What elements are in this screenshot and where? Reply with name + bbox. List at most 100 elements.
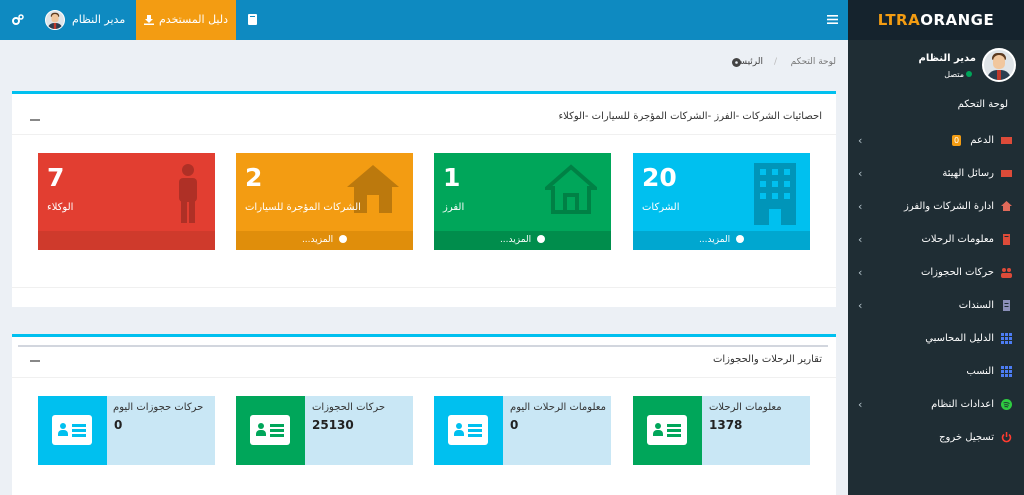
stat-card-sorting: 1 الفرز المزيد... [434, 153, 611, 250]
info-label: معلومات الرحلات [709, 402, 782, 413]
info-icon-panel [38, 396, 107, 465]
info-card-today-trips: معلومات الرحلات اليوم 0 [434, 396, 611, 465]
sidebar-item-label: الدعم [970, 135, 994, 146]
logo[interactable]: LTRAORANGE [848, 0, 1024, 40]
more-link[interactable]: المزيد... [434, 231, 611, 250]
divider [18, 345, 828, 347]
sidebar-item-ratios[interactable]: النسب [848, 355, 1024, 388]
sidebar-item-label: معلومات الرحلات [921, 234, 994, 245]
collapse-icon[interactable] [30, 360, 40, 362]
arrow-circle-icon [537, 235, 546, 243]
support-badge: 0 [952, 135, 961, 146]
sidebar-item-authority-messages[interactable]: ‹ رسائل الهيئة [848, 157, 1024, 190]
stat-label: الوكلاء [47, 202, 74, 213]
sidebar-item-label: ادارة الشركات والفرز [904, 201, 994, 212]
stat-value: 1 [443, 163, 461, 192]
info-value: 25130 [312, 418, 354, 432]
breadcrumb-current: لوحة التحكم [790, 57, 836, 67]
stat-value: 2 [245, 163, 263, 192]
sidebar-item-vouchers[interactable]: ‹ السندات [848, 289, 1024, 322]
sidebar-item-label: حركات الحجوزات [920, 267, 994, 278]
person-icon [179, 164, 197, 223]
stat-card-companies: 20 الشركات المزيد... [633, 153, 810, 250]
chevron-left-icon: ‹ [858, 266, 863, 279]
sidebar-item-trips-info[interactable]: ‹ معلومات الرحلات [848, 223, 1024, 256]
sidebar-avatar [982, 48, 1016, 82]
logo-part1: LTRA [877, 11, 921, 29]
id-card-icon [250, 415, 290, 445]
stat-value: 20 [642, 163, 677, 192]
menu-toggle[interactable] [822, 0, 842, 40]
reports-box-title: تقارير الرحلات والحجوزات [712, 354, 822, 365]
sidebar-item-system-settings[interactable]: ‹ اعدادات النظام [848, 388, 1024, 421]
status-dot-icon [966, 71, 972, 77]
top-header: مدير النظام دليل المستخدم [0, 0, 848, 40]
sidebar-item-companies[interactable]: ‹ ادارة الشركات والفرز [848, 190, 1024, 223]
user-menu[interactable]: مدير النظام [40, 0, 132, 40]
power-icon [1001, 432, 1012, 443]
sidebar-user-panel: مدير النظام متصل [848, 40, 1024, 90]
arrow-circle-icon [339, 235, 348, 243]
info-value: 0 [510, 418, 519, 432]
online-status: متصل [944, 70, 972, 79]
header-user-name: مدير النظام [72, 13, 126, 26]
status-text: متصل [944, 70, 964, 79]
sidebar-item-label: الدليل المحاسبي [925, 333, 994, 344]
sidebar-item-chart-of-accounts[interactable]: الدليل المحاسبي [848, 322, 1024, 355]
sidebar-item-bookings[interactable]: ‹ حركات الحجوزات [848, 256, 1024, 289]
envelope-icon [1001, 137, 1012, 144]
more-label: المزيد... [698, 235, 731, 245]
sidebar-user-name: مدير النظام [918, 53, 976, 64]
more-link[interactable]: المزيد... [633, 231, 810, 250]
sidebar-item-label: رسائل الهيئة [942, 168, 994, 179]
stats-box: احصائيات الشركات -الفرز -الشركات المؤجرة… [12, 91, 836, 307]
sidebar-item-label: تسجيل خروج [939, 432, 994, 443]
grid-icon [1001, 333, 1012, 344]
breadcrumb: لوحة التحكم / الرئيسية [0, 57, 836, 71]
reports-box: تقارير الرحلات والحجوزات حركات حجوزات ال… [12, 334, 836, 495]
building-icon [754, 163, 796, 225]
info-label: معلومات الرحلات اليوم [510, 402, 606, 413]
user-guide-label: دليل المستخدم [159, 13, 228, 26]
breadcrumb-separator: / [773, 57, 777, 67]
id-card-icon [448, 415, 488, 445]
info-card-today-bookings: حركات حجوزات اليوم 0 [38, 396, 215, 465]
divider [12, 287, 836, 288]
divider [12, 134, 836, 135]
chevron-left-icon: ‹ [858, 134, 863, 147]
arrow-circle-icon [736, 235, 745, 243]
sidebar-item-label: السندات [958, 300, 994, 311]
stat-card-rental-companies: 2 الشركات المؤجرة للسيارات المزيد... [236, 153, 413, 250]
more-label: المزيد... [301, 235, 334, 245]
envelope-icon [1001, 170, 1012, 177]
grid-icon [1001, 366, 1012, 377]
info-value: 0 [114, 418, 123, 432]
more-link[interactable]: المزيد... [236, 231, 413, 250]
stats-box-title: احصائيات الشركات -الفرز -الشركات المؤجرة… [558, 111, 822, 122]
divider [12, 377, 836, 378]
file-icon [1003, 300, 1010, 311]
download-icon [144, 15, 154, 25]
cogs-icon [12, 14, 24, 25]
hamburger-icon [826, 15, 838, 24]
sidebar-item-label: النسب [966, 366, 994, 377]
users-icon [1001, 268, 1012, 278]
spotify-icon [1001, 399, 1012, 410]
sidebar-item-support[interactable]: ‹ 0 الدعم [848, 124, 1024, 157]
id-card-icon [52, 415, 92, 445]
sidebar-item-logout[interactable]: تسجيل خروج [848, 421, 1024, 454]
sidebar: مدير النظام متصل لوحة التحكم ‹ 0 الدعم ‹… [848, 40, 1024, 495]
stat-value: 7 [47, 163, 65, 192]
sidebar-header[interactable]: لوحة التحكم [958, 99, 1008, 110]
collapse-icon[interactable] [30, 119, 40, 121]
chevron-left-icon: ‹ [858, 398, 863, 411]
book-button[interactable] [240, 0, 264, 40]
chevron-left-icon: ‹ [858, 233, 863, 246]
stat-label: الفرز [443, 202, 465, 213]
sidebar-item-label: اعدادات النظام [931, 399, 994, 410]
info-icon-panel [633, 396, 702, 465]
stat-label: الشركات [642, 202, 680, 213]
user-guide-button[interactable]: دليل المستخدم [136, 0, 236, 40]
settings-button[interactable] [8, 0, 28, 40]
info-icon-panel [434, 396, 503, 465]
